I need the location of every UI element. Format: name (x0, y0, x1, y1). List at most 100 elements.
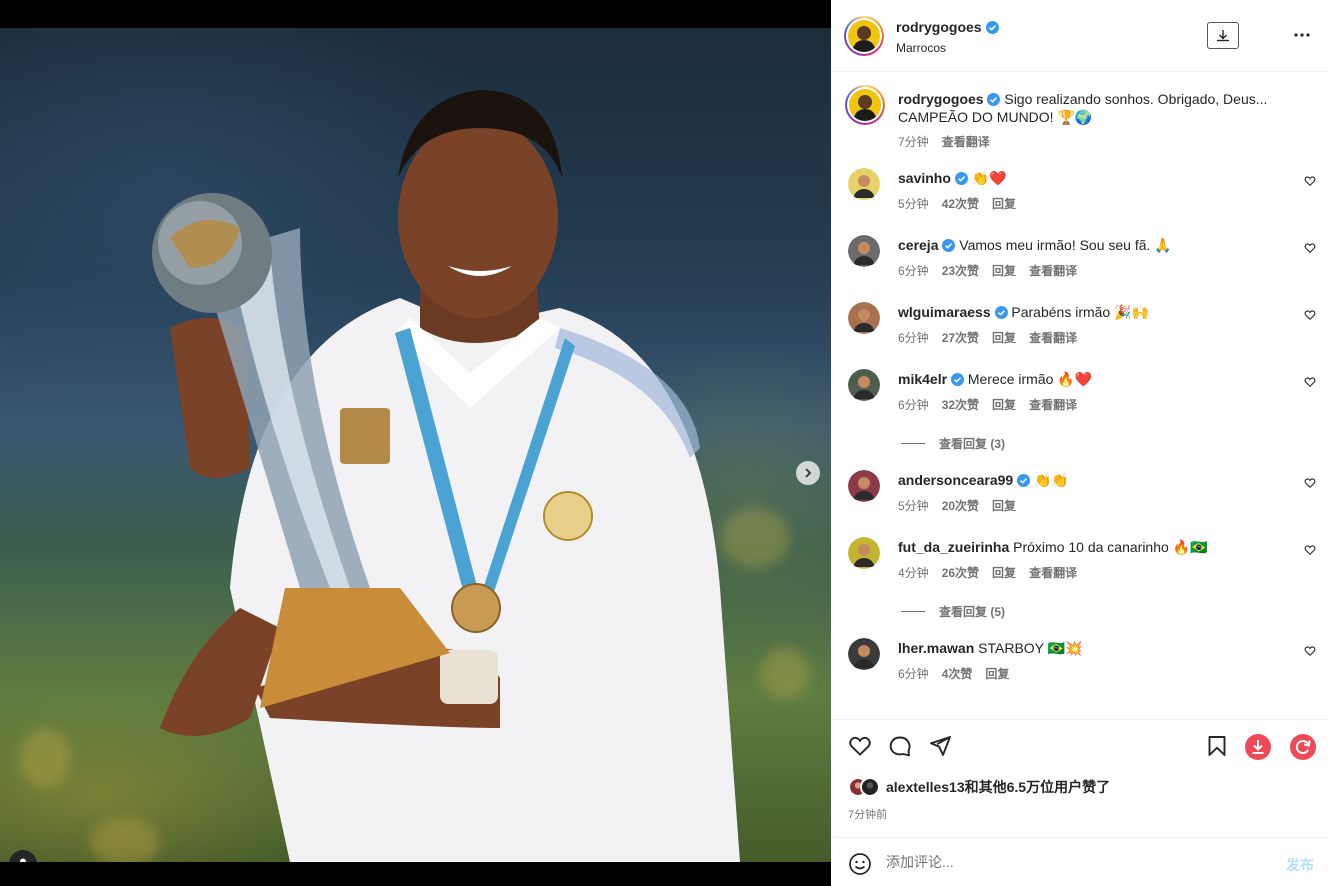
comment-item: savinho 👏❤️ 5分钟 42次赞 回复 (845, 168, 1316, 228)
caption-username[interactable]: rodrygogoes (898, 91, 984, 107)
comment-translate-link[interactable]: 查看翻译 (1029, 564, 1077, 581)
author-username-text[interactable]: rodrygogoes (896, 19, 982, 35)
comment-like-heart-icon[interactable] (1304, 544, 1316, 556)
caption-time: 7分钟 (898, 135, 929, 149)
comment-translate-link[interactable]: 查看翻译 (1029, 262, 1077, 279)
caption-line-1: Sigo realizando sonhos. Obrigado, Deus..… (1004, 91, 1268, 107)
caption-meta: 7分钟 查看翻译 (898, 133, 990, 150)
view-replies-label[interactable]: 查看回复 (3) (939, 435, 1005, 452)
carousel-next-button[interactable] (796, 461, 820, 485)
emoji-icon[interactable] (848, 852, 872, 876)
verified-badge-icon (942, 239, 956, 252)
comment-like-heart-icon[interactable] (1304, 242, 1316, 254)
comment-reply-button[interactable]: 回复 (992, 329, 1016, 346)
comment-username[interactable]: fut_da_zueirinha (898, 539, 1009, 555)
comment-username[interactable]: andersonceara99 (898, 472, 1013, 488)
comment-like-heart-icon[interactable] (1304, 309, 1316, 321)
comment-like-count[interactable]: 20次赞 (942, 497, 979, 514)
comment-meta: 5分钟 20次赞 回复 (898, 497, 1016, 514)
comment-meta: 6分钟 27次赞 回复 查看翻译 (898, 329, 1077, 346)
comment-reply-button[interactable]: 回复 (992, 262, 1016, 279)
caption-translate-link[interactable]: 查看翻译 (942, 133, 990, 150)
comment-like-heart-icon[interactable] (1304, 477, 1316, 489)
likes-summary[interactable]: alextelles13和其他6.5万位用户赞了 (848, 777, 1110, 797)
comment-item: lher.mawan STARBOY 🇧🇷💥 6分钟 4次赞 回复 (845, 638, 1316, 698)
comment-time: 4分钟 (898, 566, 929, 580)
verified-badge-icon (954, 172, 968, 185)
comment-reply-button[interactable]: 回复 (992, 497, 1016, 514)
comment-time: 6分钟 (898, 264, 929, 278)
download-button[interactable] (1207, 22, 1239, 49)
commenter-avatar[interactable] (848, 537, 880, 569)
post-media (0, 0, 831, 886)
comment-username[interactable]: savinho (898, 170, 951, 186)
verified-badge-icon (950, 373, 964, 386)
author-avatar[interactable] (844, 16, 884, 56)
comments-list[interactable]: rodrygogoes Sigo realizando sonhos. Obri… (831, 73, 1328, 719)
comment-item: wlguimaraess Parabéns irmão 🎉🙌 6分钟 27次赞 回复查… (845, 302, 1316, 362)
view-replies-label[interactable]: 查看回复 (5) (939, 603, 1005, 620)
post-location[interactable]: Marrocos (896, 41, 946, 55)
refresh-circle-icon[interactable] (1290, 734, 1316, 760)
likes-text[interactable]: alextelles13和其他6.5万位用户赞了 (886, 777, 1110, 797)
comment-body: 👏👏 (1033, 472, 1069, 488)
comment-like-heart-icon[interactable] (1304, 175, 1316, 187)
comment-item: andersonceara99 👏👏 5分钟 20次赞 回复 (845, 470, 1316, 530)
comment-translate-link[interactable]: 查看翻译 (1029, 329, 1077, 346)
comment-like-count[interactable]: 32次赞 (942, 396, 979, 413)
commenter-avatar[interactable] (848, 168, 880, 200)
replies-divider-line (901, 611, 925, 612)
add-comment-bar: 发布 (831, 837, 1328, 886)
commenter-avatar[interactable] (848, 302, 880, 334)
share-icon[interactable] (928, 734, 952, 758)
avatar-image (849, 89, 881, 121)
comment-like-heart-icon[interactable] (1304, 645, 1316, 657)
commenter-avatar[interactable] (848, 235, 880, 267)
more-options-button[interactable] (1293, 26, 1311, 49)
comment-username[interactable]: lher.mawan (898, 640, 974, 656)
view-replies-button[interactable]: 查看回复 (3) (901, 435, 1005, 452)
comment-icon[interactable] (888, 734, 912, 758)
comment-like-heart-icon[interactable] (1304, 376, 1316, 388)
commenter-avatar[interactable] (848, 369, 880, 401)
comment-username[interactable]: mik4elr (898, 371, 947, 387)
comment-username[interactable]: cereja (898, 237, 938, 253)
post-comment-button[interactable]: 发布 (1286, 855, 1314, 875)
comment-like-count[interactable]: 42次赞 (942, 195, 979, 212)
comment-reply-button[interactable]: 回复 (992, 195, 1016, 212)
verified-badge-icon (985, 20, 999, 34)
comment-body: Vamos meu irmão! Sou seu fã. 🙏 (959, 237, 1172, 253)
commenter-avatar[interactable] (848, 638, 880, 670)
comment-meta: 6分钟 23次赞 回复 查看翻译 (898, 262, 1077, 279)
comment-reply-button[interactable]: 回复 (992, 564, 1016, 581)
caption-text: rodrygogoes Sigo realizando sonhos. Obri… (898, 90, 1298, 126)
comment-meta: 6分钟 32次赞 回复 查看翻译 (898, 396, 1077, 413)
comment-reply-button[interactable]: 回复 (985, 665, 1009, 682)
author-username[interactable]: rodrygogoes (896, 19, 999, 35)
commenter-avatar[interactable] (848, 470, 880, 502)
comment-like-count[interactable]: 4次赞 (942, 665, 973, 682)
comment-like-count[interactable]: 26次赞 (942, 564, 979, 581)
comment-input[interactable] (886, 850, 1266, 874)
caption-author-avatar[interactable] (845, 85, 885, 125)
download-icon (1217, 29, 1229, 41)
download-circle-icon[interactable] (1245, 734, 1271, 760)
post-header: rodrygogoes Marrocos (831, 0, 1328, 72)
user-icon (20, 858, 26, 862)
avatar-image (848, 20, 880, 52)
comment-meta: 6分钟 4次赞 回复 (898, 665, 1009, 682)
comment-reply-button[interactable]: 回复 (992, 396, 1016, 413)
comment-like-count[interactable]: 27次赞 (942, 329, 979, 346)
comment-username[interactable]: wlguimaraess (898, 304, 991, 320)
comment-like-count[interactable]: 23次赞 (942, 262, 979, 279)
comment-text: andersonceara99 👏👏 (898, 471, 1278, 489)
comment-item: mik4elr Merece irmão 🔥❤️ 6分钟 32次赞 回复 查看翻译 (845, 369, 1316, 429)
bookmark-icon[interactable] (1205, 734, 1229, 758)
comment-translate-link[interactable]: 查看翻译 (1029, 396, 1077, 413)
comment-item: cereja Vamos meu irmão! Sou seu fã. 🙏 6分钟… (845, 235, 1316, 295)
heart-icon[interactable] (848, 734, 872, 758)
comment-time: 6分钟 (898, 331, 929, 345)
post-photo[interactable] (0, 28, 831, 862)
verified-badge-icon (994, 306, 1008, 319)
view-replies-button[interactable]: 查看回复 (5) (901, 603, 1005, 620)
